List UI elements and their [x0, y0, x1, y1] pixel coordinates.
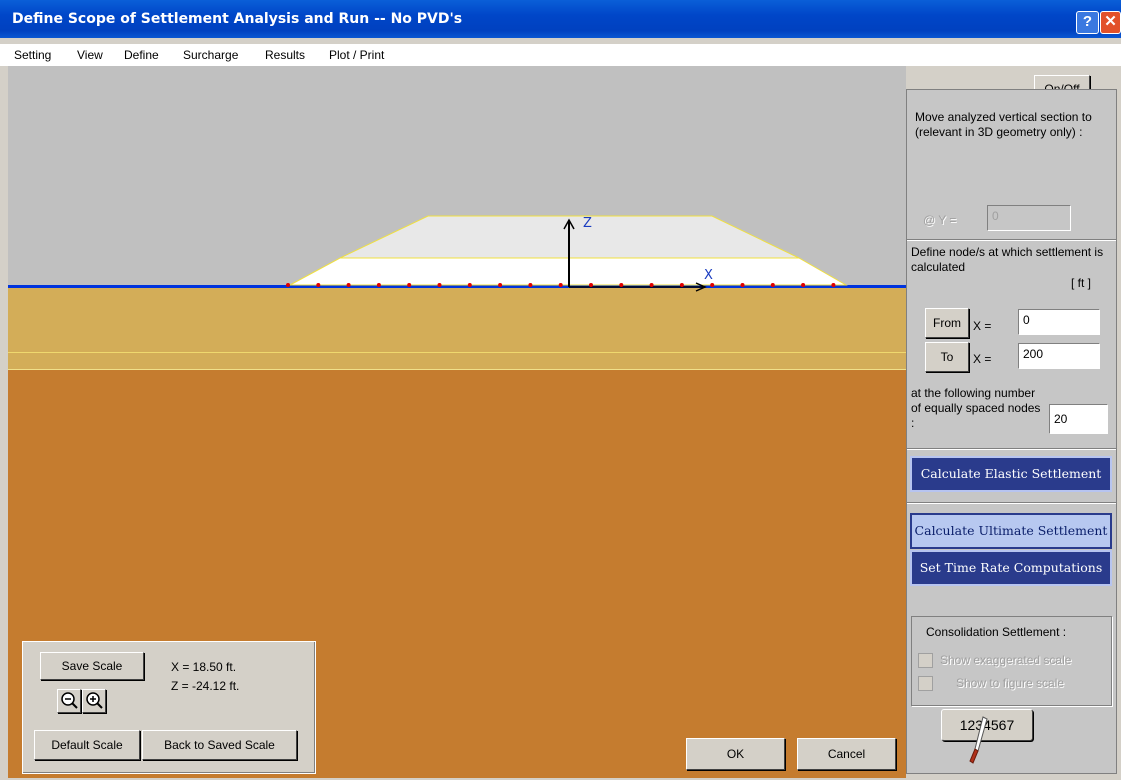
help-button[interactable]: ? — [1076, 11, 1099, 34]
separator — [907, 502, 1116, 504]
pen-cursor-icon — [969, 716, 988, 764]
settlement-node-marker — [619, 283, 624, 287]
to-x-label: X = — [973, 352, 992, 366]
settlement-node-marker — [589, 283, 593, 287]
settlement-node-marker — [286, 283, 290, 287]
settlement-node-marker — [679, 283, 684, 287]
help-icon: ? — [1082, 13, 1093, 30]
title-bar: Define Scope of Settlement Analysis and … — [0, 0, 1121, 38]
cancel-button[interactable]: Cancel — [797, 738, 896, 770]
from-button[interactable]: From — [925, 308, 969, 338]
to-x-input[interactable]: 200 — [1018, 343, 1100, 369]
set-time-rate-button[interactable]: Set Time Rate Computations — [910, 550, 1112, 586]
show-figure-scale-checkbox[interactable] — [918, 676, 933, 691]
from-x-input[interactable]: 0 — [1018, 309, 1100, 335]
settlement-node-marker — [558, 283, 563, 287]
consolidation-title: Consolidation Settlement : — [926, 625, 1067, 639]
settlement-node-marker — [801, 283, 806, 287]
y-position-input[interactable]: 0 — [987, 205, 1071, 231]
close-icon: ✕ — [1104, 13, 1117, 30]
show-exaggerated-checkbox[interactable] — [918, 653, 933, 668]
scale-panel: Save Scale X = 18.50 ft. Z = -24.12 ft. … — [22, 641, 316, 774]
zoom-out-icon — [61, 692, 78, 709]
layer-boundary — [8, 352, 906, 353]
menu-setting[interactable]: Setting — [14, 48, 51, 62]
consolidation-group: Consolidation Settlement : Show exaggera… — [911, 616, 1112, 706]
settlement-node-marker — [770, 283, 775, 287]
settlement-node-marker — [831, 283, 836, 287]
zoom-out-button[interactable] — [57, 689, 81, 713]
nodes-count-text: at the following number of equally space… — [911, 386, 1041, 430]
y-label: @ Y = — [923, 213, 957, 227]
settlement-node-marker — [528, 283, 533, 287]
settlement-node-marker — [437, 283, 442, 287]
x-coordinate-readout: X = 18.50 ft. — [171, 660, 237, 674]
z-coordinate-readout: Z = -24.12 ft. — [171, 679, 240, 693]
from-x-label: X = — [973, 319, 992, 333]
side-panel: Move analyzed vertical section to (relev… — [906, 89, 1117, 774]
settlement-node-marker — [376, 283, 381, 287]
move-section-text: Move analyzed vertical section to (relev… — [915, 110, 1092, 139]
close-button[interactable]: ✕ — [1100, 11, 1121, 34]
settlement-node-marker — [710, 283, 715, 287]
settlement-node-marker — [316, 283, 321, 287]
ok-button[interactable]: OK — [686, 738, 785, 770]
settlement-node-marker — [498, 283, 503, 287]
nodes-count-input[interactable]: 20 — [1049, 404, 1108, 434]
separator — [907, 448, 1116, 450]
window-title: Define Scope of Settlement Analysis and … — [12, 11, 463, 27]
embankment-svg: Z X — [286, 215, 848, 292]
menu-bar: Setting View Define Surcharge Results Pl… — [0, 44, 1121, 66]
calculate-ultimate-settlement-button[interactable]: Calculate Ultimate Settlement — [910, 513, 1112, 549]
menu-surcharge[interactable]: Surcharge — [183, 48, 238, 62]
save-scale-button[interactable]: Save Scale — [40, 652, 144, 680]
define-nodes-text: Define node/s at which settlement is cal… — [911, 245, 1104, 274]
to-button[interactable]: To — [925, 342, 969, 372]
menu-plot-print[interactable]: Plot / Print — [329, 48, 384, 62]
z-axis-label: Z — [583, 216, 592, 231]
back-to-saved-scale-button[interactable]: Back to Saved Scale — [142, 730, 297, 760]
default-scale-button[interactable]: Default Scale — [34, 730, 140, 760]
settlement-node-marker — [407, 283, 412, 287]
settlement-node-marker — [467, 283, 472, 287]
calculate-elastic-settlement-button[interactable]: Calculate Elastic Settlement — [910, 456, 1112, 492]
settlement-node-marker — [740, 283, 745, 287]
settlement-node-marker — [346, 283, 351, 287]
show-exaggerated-label: Show exaggerated scale — [940, 653, 1072, 667]
menu-results[interactable]: Results — [265, 48, 305, 62]
geometry-canvas[interactable]: Z X Save Scale X = 18.50 ft. Z = -24.12 … — [8, 66, 906, 778]
x-axis-label: X — [704, 268, 713, 283]
units-label: [ ft ] — [1071, 276, 1092, 290]
show-figure-scale-label: Show to figure scale — [956, 676, 1065, 690]
zoom-in-icon — [86, 692, 103, 709]
zoom-in-button[interactable] — [82, 689, 106, 713]
menu-view[interactable]: View — [77, 48, 103, 62]
settlement-node-marker — [649, 283, 654, 287]
separator — [907, 239, 1116, 241]
menu-define[interactable]: Define — [124, 48, 159, 62]
